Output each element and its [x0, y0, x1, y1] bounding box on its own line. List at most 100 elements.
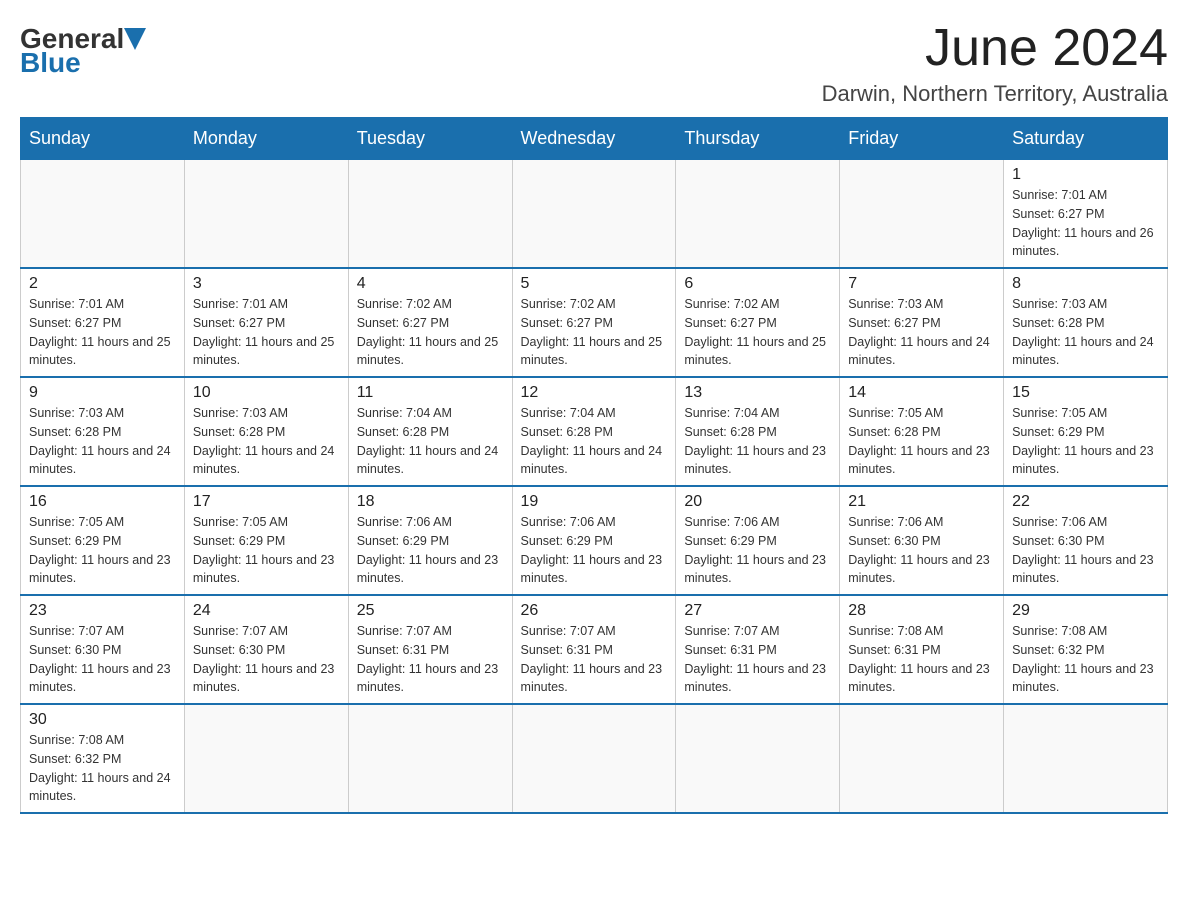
- day-number: 13: [684, 384, 831, 402]
- day-number: 7: [848, 275, 995, 293]
- day-number: 24: [193, 602, 340, 620]
- day-number: 9: [29, 384, 176, 402]
- day-info: Sunrise: 7:07 AMSunset: 6:31 PMDaylight:…: [357, 622, 504, 697]
- location-title: Darwin, Northern Territory, Australia: [822, 81, 1168, 107]
- calendar-cell: 1 Sunrise: 7:01 AMSunset: 6:27 PMDaylight…: [1004, 160, 1168, 269]
- day-number: 8: [1012, 275, 1159, 293]
- day-number: 30: [29, 711, 176, 729]
- calendar-cell: 30 Sunrise: 7:08 AMSunset: 6:32 PMDayligh…: [21, 704, 185, 813]
- day-number: 2: [29, 275, 176, 293]
- day-info: Sunrise: 7:03 AMSunset: 6:28 PMDaylight:…: [1012, 295, 1159, 370]
- day-info: Sunrise: 7:03 AMSunset: 6:27 PMDaylight:…: [848, 295, 995, 370]
- calendar-cell: 8 Sunrise: 7:03 AMSunset: 6:28 PMDaylight…: [1004, 268, 1168, 377]
- page-header: General Blue June 2024 Darwin, Northern …: [20, 20, 1168, 107]
- calendar-cell: 13 Sunrise: 7:04 AMSunset: 6:28 PMDayligh…: [676, 377, 840, 486]
- day-info: Sunrise: 7:05 AMSunset: 6:29 PMDaylight:…: [1012, 404, 1159, 479]
- calendar-cell: 6 Sunrise: 7:02 AMSunset: 6:27 PMDaylight…: [676, 268, 840, 377]
- day-number: 5: [521, 275, 668, 293]
- calendar-cell: [1004, 704, 1168, 813]
- calendar-cell: 28Sunrise: 7:08 AMSunset: 6:31 PMDayligh…: [840, 595, 1004, 704]
- calendar-week-row: 2 Sunrise: 7:01 AMSunset: 6:27 PMDaylight…: [21, 268, 1168, 377]
- weekday-header-tuesday: Tuesday: [348, 118, 512, 160]
- calendar-week-row: 9Sunrise: 7:03 AMSunset: 6:28 PMDaylight…: [21, 377, 1168, 486]
- calendar-cell: 14 Sunrise: 7:05 AMSunset: 6:28 PMDayligh…: [840, 377, 1004, 486]
- day-info: Sunrise: 7:01 AMSunset: 6:27 PMDaylight:…: [29, 295, 176, 370]
- calendar-cell: 23 Sunrise: 7:07 AMSunset: 6:30 PMDayligh…: [21, 595, 185, 704]
- calendar-cell: 2 Sunrise: 7:01 AMSunset: 6:27 PMDaylight…: [21, 268, 185, 377]
- calendar-cell: [840, 160, 1004, 269]
- calendar-cell: 4 Sunrise: 7:02 AMSunset: 6:27 PMDaylight…: [348, 268, 512, 377]
- day-info: Sunrise: 7:07 AMSunset: 6:31 PMDaylight:…: [521, 622, 668, 697]
- calendar-cell: [348, 704, 512, 813]
- day-number: 23: [29, 602, 176, 620]
- month-title: June 2024: [822, 20, 1168, 77]
- weekday-header-sunday: Sunday: [21, 118, 185, 160]
- calendar-week-row: 1 Sunrise: 7:01 AMSunset: 6:27 PMDaylight…: [21, 160, 1168, 269]
- calendar-cell: 3Sunrise: 7:01 AMSunset: 6:27 PMDaylight…: [184, 268, 348, 377]
- day-number: 16: [29, 493, 176, 511]
- calendar-cell: 21 Sunrise: 7:06 AMSunset: 6:30 PMDayligh…: [840, 486, 1004, 595]
- day-info: Sunrise: 7:07 AMSunset: 6:31 PMDaylight:…: [684, 622, 831, 697]
- calendar-cell: 16 Sunrise: 7:05 AMSunset: 6:29 PMDayligh…: [21, 486, 185, 595]
- calendar-cell: 25 Sunrise: 7:07 AMSunset: 6:31 PMDayligh…: [348, 595, 512, 704]
- day-info: Sunrise: 7:06 AMSunset: 6:29 PMDaylight:…: [521, 513, 668, 588]
- day-info: Sunrise: 7:08 AMSunset: 6:32 PMDaylight:…: [1012, 622, 1159, 697]
- day-info: Sunrise: 7:08 AMSunset: 6:32 PMDaylight:…: [29, 731, 176, 806]
- day-info: Sunrise: 7:07 AMSunset: 6:30 PMDaylight:…: [29, 622, 176, 697]
- day-info: Sunrise: 7:06 AMSunset: 6:30 PMDaylight:…: [848, 513, 995, 588]
- logo: General Blue: [20, 25, 146, 77]
- day-number: 18: [357, 493, 504, 511]
- calendar-cell: 7 Sunrise: 7:03 AMSunset: 6:27 PMDaylight…: [840, 268, 1004, 377]
- calendar-cell: 15Sunrise: 7:05 AMSunset: 6:29 PMDayligh…: [1004, 377, 1168, 486]
- day-number: 26: [521, 602, 668, 620]
- day-number: 17: [193, 493, 340, 511]
- calendar-cell: 18Sunrise: 7:06 AMSunset: 6:29 PMDayligh…: [348, 486, 512, 595]
- day-info: Sunrise: 7:01 AMSunset: 6:27 PMDaylight:…: [1012, 186, 1159, 261]
- calendar-cell: [676, 160, 840, 269]
- day-number: 12: [521, 384, 668, 402]
- calendar-week-row: 23 Sunrise: 7:07 AMSunset: 6:30 PMDayligh…: [21, 595, 1168, 704]
- day-number: 6: [684, 275, 831, 293]
- calendar-cell: [512, 160, 676, 269]
- day-info: Sunrise: 7:08 AMSunset: 6:31 PMDaylight:…: [848, 622, 995, 697]
- day-number: 25: [357, 602, 504, 620]
- calendar-cell: 5 Sunrise: 7:02 AMSunset: 6:27 PMDaylight…: [512, 268, 676, 377]
- day-info: Sunrise: 7:06 AMSunset: 6:30 PMDaylight:…: [1012, 513, 1159, 588]
- calendar-week-row: 30 Sunrise: 7:08 AMSunset: 6:32 PMDayligh…: [21, 704, 1168, 813]
- day-info: Sunrise: 7:02 AMSunset: 6:27 PMDaylight:…: [684, 295, 831, 370]
- calendar-cell: [184, 704, 348, 813]
- calendar-cell: 20Sunrise: 7:06 AMSunset: 6:29 PMDayligh…: [676, 486, 840, 595]
- calendar-cell: [21, 160, 185, 269]
- day-number: 1: [1012, 166, 1159, 184]
- calendar-week-row: 16 Sunrise: 7:05 AMSunset: 6:29 PMDayligh…: [21, 486, 1168, 595]
- day-info: Sunrise: 7:05 AMSunset: 6:28 PMDaylight:…: [848, 404, 995, 479]
- day-info: Sunrise: 7:02 AMSunset: 6:27 PMDaylight:…: [521, 295, 668, 370]
- calendar-cell: [184, 160, 348, 269]
- calendar-table: SundayMondayTuesdayWednesdayThursdayFrid…: [20, 117, 1168, 814]
- calendar-cell: 27Sunrise: 7:07 AMSunset: 6:31 PMDayligh…: [676, 595, 840, 704]
- day-number: 21: [848, 493, 995, 511]
- calendar-cell: 24 Sunrise: 7:07 AMSunset: 6:30 PMDayligh…: [184, 595, 348, 704]
- logo-blue-text: Blue: [20, 49, 81, 77]
- day-info: Sunrise: 7:01 AMSunset: 6:27 PMDaylight:…: [193, 295, 340, 370]
- weekday-header-friday: Friday: [840, 118, 1004, 160]
- day-number: 14: [848, 384, 995, 402]
- day-number: 11: [357, 384, 504, 402]
- day-info: Sunrise: 7:04 AMSunset: 6:28 PMDaylight:…: [357, 404, 504, 479]
- day-number: 10: [193, 384, 340, 402]
- day-info: Sunrise: 7:05 AMSunset: 6:29 PMDaylight:…: [193, 513, 340, 588]
- day-info: Sunrise: 7:07 AMSunset: 6:30 PMDaylight:…: [193, 622, 340, 697]
- calendar-cell: 10Sunrise: 7:03 AMSunset: 6:28 PMDayligh…: [184, 377, 348, 486]
- day-info: Sunrise: 7:04 AMSunset: 6:28 PMDaylight:…: [684, 404, 831, 479]
- day-info: Sunrise: 7:02 AMSunset: 6:27 PMDaylight:…: [357, 295, 504, 370]
- logo-triangle-icon: [124, 28, 146, 50]
- calendar-cell: [676, 704, 840, 813]
- weekday-header-wednesday: Wednesday: [512, 118, 676, 160]
- calendar-cell: 9Sunrise: 7:03 AMSunset: 6:28 PMDaylight…: [21, 377, 185, 486]
- day-number: 20: [684, 493, 831, 511]
- calendar-cell: 19Sunrise: 7:06 AMSunset: 6:29 PMDayligh…: [512, 486, 676, 595]
- day-info: Sunrise: 7:05 AMSunset: 6:29 PMDaylight:…: [29, 513, 176, 588]
- calendar-cell: [512, 704, 676, 813]
- day-number: 4: [357, 275, 504, 293]
- calendar-cell: [348, 160, 512, 269]
